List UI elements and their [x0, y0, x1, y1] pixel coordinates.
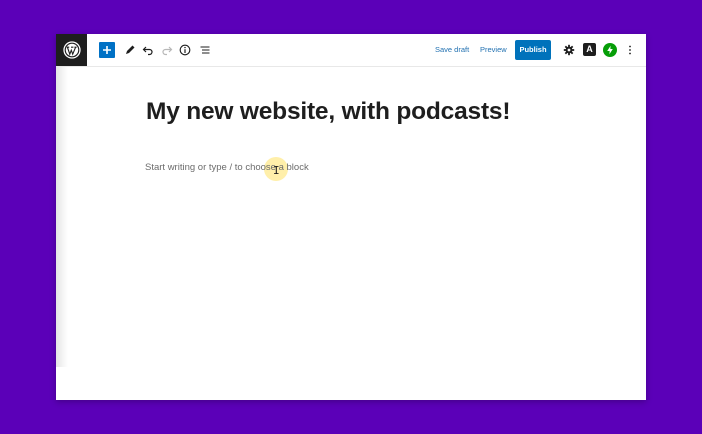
- gear-icon: [563, 44, 575, 56]
- undo-icon: [142, 46, 153, 56]
- jetpack-icon: [607, 45, 613, 55]
- block-placeholder[interactable]: Start writing or type / to choose a bloc…: [145, 162, 309, 173]
- settings-button[interactable]: [561, 42, 577, 58]
- post-title[interactable]: My new website, with podcasts!: [146, 98, 510, 126]
- publish-button[interactable]: Publish: [515, 40, 551, 60]
- redo-button[interactable]: [159, 42, 175, 58]
- editor-window: Save draft Preview Publish A My new webs…: [56, 34, 646, 400]
- preview-button[interactable]: Preview: [480, 44, 507, 56]
- astra-icon[interactable]: A: [583, 43, 596, 56]
- info-icon: [179, 44, 191, 56]
- redo-icon: [162, 46, 173, 56]
- wordpress-icon: [62, 41, 81, 59]
- editor-edge-shadow: [56, 67, 68, 367]
- more-vertical-icon: [629, 45, 631, 55]
- plus-icon: [103, 46, 111, 54]
- jetpack-button[interactable]: [603, 43, 617, 57]
- undo-button[interactable]: [140, 42, 156, 58]
- list-view-icon: [200, 46, 210, 54]
- text-cursor-icon: I: [273, 164, 280, 177]
- options-button[interactable]: [622, 42, 638, 58]
- add-block-button[interactable]: [99, 42, 115, 58]
- details-button[interactable]: [177, 42, 193, 58]
- save-draft-button[interactable]: Save draft: [435, 44, 469, 56]
- pencil-icon: [126, 45, 135, 54]
- wordpress-logo[interactable]: [56, 34, 87, 66]
- tools-button[interactable]: [122, 42, 138, 58]
- editor-toolbar: Save draft Preview Publish A: [56, 34, 646, 67]
- list-view-button[interactable]: [197, 42, 213, 58]
